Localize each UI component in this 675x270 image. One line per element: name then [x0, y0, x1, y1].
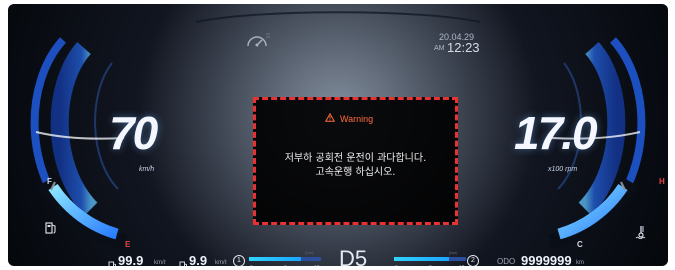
pressure-gauge-1-fill: [249, 257, 301, 261]
fuel-empty-label: E: [125, 240, 131, 249]
fuel-economy-value-1: 99.9: [118, 253, 144, 266]
temp-cold-label: C: [577, 240, 583, 249]
warning-title: Warning: [340, 113, 374, 124]
speedometer-blue-arc: [50, 42, 98, 216]
time-display: 12:23: [447, 40, 480, 55]
speed-value: 70: [109, 107, 158, 159]
pressure-gauge-1-bar: [249, 257, 321, 261]
fuel-economy-icon-1: [108, 256, 117, 266]
pressure-gauge-1-tick-12: 12: [314, 265, 320, 266]
pressure-gauge-1-tick-0: 0: [250, 265, 253, 266]
fuel-economy-unit-2: km/ℓ: [215, 260, 227, 266]
rpm-value: 17.0: [514, 107, 598, 159]
pressure-gauge-2-fill: [394, 257, 449, 261]
top-divider: [195, 11, 481, 23]
pressure-gauge-1-unit: (bar): [305, 250, 314, 255]
pressure-gauge-1-tick-6: 6: [284, 265, 287, 266]
temp-hot-label: H: [659, 177, 665, 186]
fuel-economy-icon-2: [179, 256, 188, 266]
warning-dialog: Warning 저부하 공회전 운전이 과다합니다. 고속운행 하십시오.: [253, 97, 458, 225]
rpm-unit: x100 rpm: [548, 166, 578, 173]
dashboard-panel: 20.04.29 AM 12:23 70 km/h 17.0 x100 rpm …: [8, 4, 668, 266]
pressure-gauge-2-tick-12: 12: [459, 265, 465, 266]
pressure-gauge-1-badge: 1: [233, 255, 245, 266]
speed-unit: km/h: [139, 166, 155, 173]
warning-message-line-2: 고속운행 하십시오.: [315, 167, 396, 178]
pressure-gauge-2-tick-6: 6: [429, 265, 432, 266]
pressure-gauge-2-badge: 2: [467, 255, 479, 266]
warning-header: Warning: [324, 112, 374, 124]
pressure-gauge-2-bar: [394, 257, 466, 261]
warning-triangle-icon: [324, 112, 336, 124]
odometer-label: ODO: [497, 257, 516, 266]
odometer-value: 9999999: [521, 253, 572, 266]
odometer-unit: km: [576, 260, 584, 266]
fuel-economy-value-2: 9.9: [189, 253, 208, 266]
pressure-gauge-2-tick-0: 0: [395, 265, 398, 266]
pressure-gauge-2-unit: (bar): [449, 250, 458, 255]
ampm-display: AM: [434, 45, 445, 52]
instrument-cluster-screen: 20.04.29 AM 12:23 70 km/h 17.0 x100 rpm …: [0, 0, 675, 270]
fuel-pump-icon: [45, 220, 57, 239]
gear-indicator: D5: [339, 246, 368, 266]
coolant-temperature-icon: [634, 224, 648, 243]
fuel-full-label: F: [47, 177, 52, 186]
warning-message-line-1: 저부하 공회전 운전이 과다합니다.: [284, 153, 427, 164]
fuel-economy-unit-1: km/ℓ: [154, 260, 166, 266]
top-speedometer-icon: [244, 31, 270, 53]
